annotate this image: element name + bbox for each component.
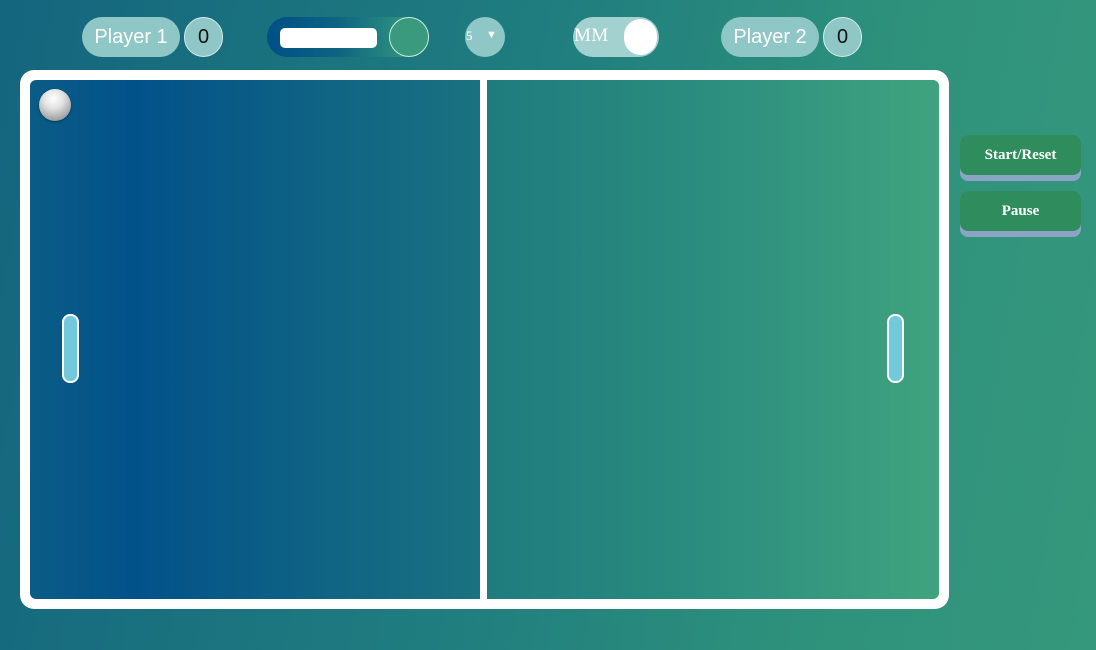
speed-slider-track[interactable] [280,28,377,48]
court-right-half [487,80,939,599]
speed-slider[interactable] [267,17,429,57]
right-paddle[interactable] [887,314,904,383]
start-reset-button[interactable]: Start/Reset [960,135,1081,181]
level-select-value: 5 [466,28,473,43]
player2-score: 0 [823,17,862,57]
mode-toggle-label: MM [574,25,609,46]
mode-toggle[interactable]: MM [573,17,659,57]
player2-label: Player 2 [721,17,819,57]
start-reset-label: Start/Reset [960,135,1081,175]
speed-slider-thumb[interactable] [389,17,429,57]
game-court[interactable] [20,70,949,609]
mode-toggle-knob[interactable] [624,19,657,55]
player1-label: Player 1 [82,17,180,57]
level-select[interactable]: 5 ▼ [465,17,505,57]
left-paddle[interactable] [62,314,79,383]
pause-button[interactable]: Pause [960,191,1081,237]
court-left-half [30,80,480,599]
pause-label: Pause [960,191,1081,231]
ball-icon [39,89,71,121]
player1-score: 0 [184,17,223,57]
chevron-down-icon: ▼ [486,29,497,41]
